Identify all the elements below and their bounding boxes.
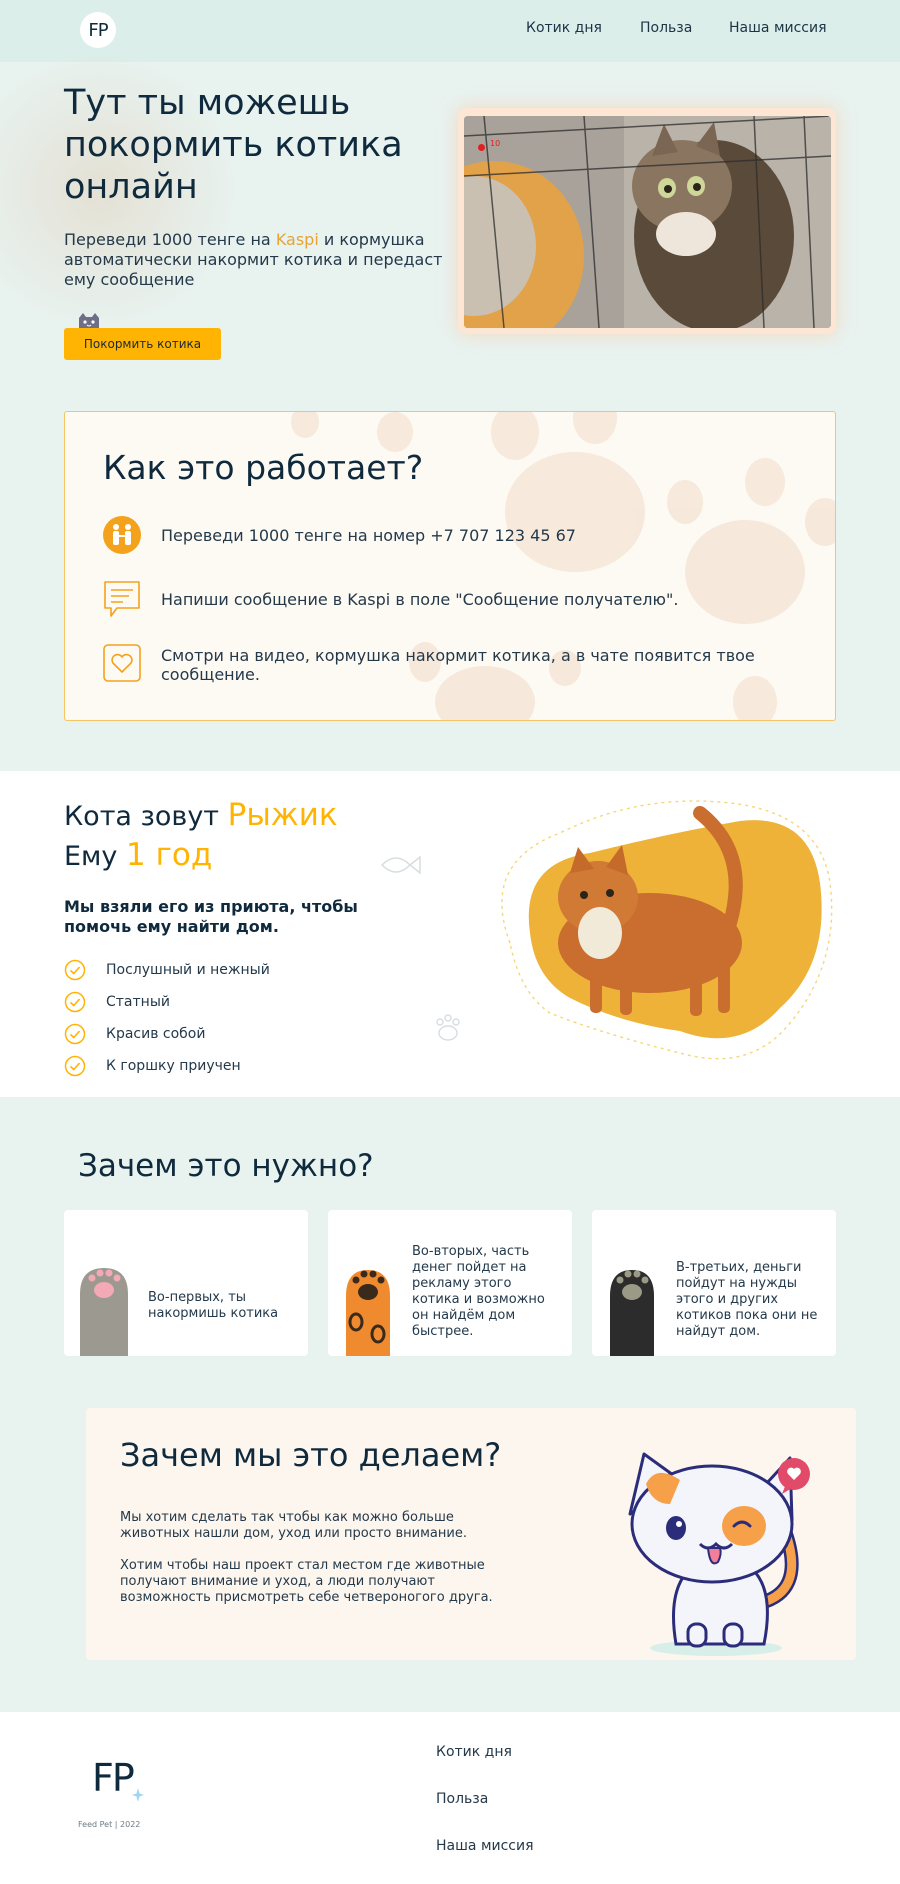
how-it-works-title: Как это работает? <box>103 448 424 487</box>
reason-card-1: Во-первых, ты накормишь котика <box>64 1210 308 1356</box>
trait-item: Статный <box>64 991 170 1013</box>
reason-2-text: Во-вторых, часть денег пойдет на рекламу… <box>412 1244 545 1339</box>
sparkle-icon <box>132 1788 144 1802</box>
cat-name-prefix: Кота зовут <box>64 801 228 832</box>
transfer-money-icon <box>103 516 141 554</box>
hero-description: Переведи 1000 тенге на Kaspi и кормушка … <box>64 230 444 290</box>
recording-label: 10 <box>490 139 501 148</box>
trait-label: Послушный и нежный <box>106 962 270 978</box>
trait-item: К горшку приучен <box>64 1055 241 1077</box>
hero-text-before: Переведи 1000 тенге на <box>64 230 276 249</box>
logo[interactable]: FP <box>80 12 116 48</box>
live-video[interactable]: 10 <box>464 116 831 328</box>
recording-indicator-icon <box>478 144 485 151</box>
cat-name-line: Кота зовут Рыжик <box>64 797 338 833</box>
cat-age-line: Ему 1 год <box>64 837 212 873</box>
nav-link-cat-of-day[interactable]: Котик дня <box>526 20 602 36</box>
mission-paragraph-2: Хотим чтобы наш проект стал местом где ж… <box>120 1558 493 1605</box>
cat-video-image <box>464 116 831 328</box>
reason-card-2: Во-вторых, часть денег пойдет на рекламу… <box>328 1210 572 1356</box>
cat-photo-blob <box>501 800 833 1060</box>
fish-icon <box>380 855 421 875</box>
step-1-text: Переведи 1000 тенге на номер +7 707 123 … <box>161 526 576 545</box>
site-header: FP Котик дня Польза Наша миссия <box>0 0 900 62</box>
step-2-text: Напиши сообщение в Kaspi в поле "Сообщен… <box>161 590 679 609</box>
cat-subtitle: Мы взяли его из приюта, чтобы помочь ему… <box>64 897 358 936</box>
trait-label: К горшку приучен <box>106 1058 241 1074</box>
footer-logo-text: FP <box>92 1756 135 1800</box>
cat-info-section: Кота зовут Рыжик Ему 1 год Мы взяли его … <box>0 771 900 1097</box>
footer-logo[interactable]: FP <box>92 1756 135 1800</box>
cat-name: Рыжик <box>227 797 338 833</box>
cat-age-prefix: Ему <box>64 841 126 872</box>
black-cat-paw-icon <box>610 1270 654 1356</box>
trait-item: Красив собой <box>64 1023 205 1045</box>
kaspi-highlight: Kaspi <box>275 230 319 249</box>
nav-link-mission[interactable]: Наша миссия <box>729 20 827 36</box>
footer-link-benefit[interactable]: Польза <box>436 1791 488 1807</box>
check-circle-icon <box>64 991 86 1013</box>
orange-cat-paw-icon <box>346 1270 390 1356</box>
grey-cat-paw-icon <box>80 1268 128 1356</box>
footer-link-mission[interactable]: Наша миссия <box>436 1838 534 1854</box>
cat-age: 1 год <box>126 837 213 873</box>
mission-paragraph-1: Мы хотим сделать так чтобы как можно бол… <box>120 1510 467 1541</box>
trait-label: Статный <box>106 994 170 1010</box>
heart-icon <box>103 644 141 682</box>
feed-cat-button[interactable]: Покормить котика <box>64 328 221 360</box>
footer-link-cat-of-day[interactable]: Котик дня <box>436 1744 512 1760</box>
hero-title: Тут ты можешь покормить котика онлайн <box>64 83 403 207</box>
check-circle-icon <box>64 1055 86 1077</box>
logo-text: FP <box>88 19 108 41</box>
reason-3-text: В-третьих, деньги пойдут на нужды этого … <box>676 1260 818 1339</box>
trait-item: Послушный и нежный <box>64 959 270 981</box>
check-circle-icon <box>64 959 86 981</box>
why-needed-title: Зачем это нужно? <box>78 1148 374 1184</box>
trait-label: Красив собой <box>106 1026 206 1042</box>
how-it-works-card: Как это работает? Переведи 1000 тенге на… <box>64 411 836 721</box>
message-icon <box>104 581 140 617</box>
mission-card: Зачем мы это делаем? Мы хотим сделать та… <box>86 1408 856 1660</box>
reason-1-text: Во-первых, ты накормишь котика <box>148 1290 279 1321</box>
site-footer: FP Feed Pet | 2022 Котик дня Польза Наша… <box>0 1712 900 1884</box>
nav-link-benefit[interactable]: Польза <box>640 20 692 36</box>
footer-copyright: Feed Pet | 2022 <box>78 1820 141 1829</box>
check-circle-icon <box>64 1023 86 1045</box>
mission-title: Зачем мы это делаем? <box>120 1436 502 1474</box>
step-3-text: Смотри на видео, кормушка накормит котик… <box>161 646 755 684</box>
cartoon-cat-illustration <box>628 1452 810 1656</box>
reason-card-3: В-третьих, деньги пойдут на нужды этого … <box>592 1210 836 1356</box>
small-paw-icon <box>436 1014 460 1041</box>
